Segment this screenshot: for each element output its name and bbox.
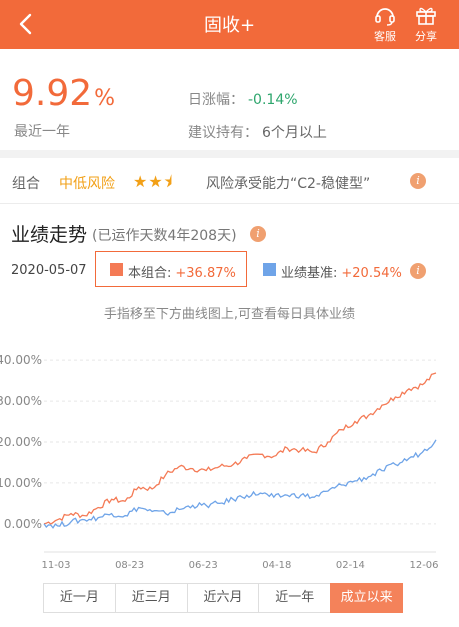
- annual-return: 9.92%: [12, 73, 115, 114]
- selected-date: 2020-05-07: [11, 263, 87, 278]
- range-button-4[interactable]: 成立以来: [330, 583, 403, 613]
- share-button[interactable]: 分享: [409, 3, 443, 47]
- performance-title: 业绩走势: [11, 224, 88, 246]
- risk-stars: ★★⯨: [133, 172, 174, 191]
- benchmark-legend-label: 业绩基准:: [281, 266, 338, 281]
- customer-service-button[interactable]: 客服: [368, 3, 402, 47]
- x-tick-label: 06-23: [189, 560, 218, 571]
- performance-subtitle: (已运作天数4年208天): [92, 228, 237, 244]
- range-button-0[interactable]: 近一月: [43, 583, 115, 613]
- x-tick-label: 08-23: [115, 560, 144, 571]
- chart-hint: 手指移至下方曲线图上,可查看每日具体业绩: [103, 307, 356, 322]
- portfolio-label: 组合: [12, 176, 40, 192]
- headset-icon: [375, 8, 395, 26]
- series-line-0[interactable]: [43, 372, 437, 525]
- section-divider: [0, 150, 459, 158]
- y-tick-label: 0.00%: [4, 517, 42, 531]
- gift-icon: [416, 7, 436, 25]
- x-tick-label: 11-03: [41, 560, 70, 571]
- series-line-1[interactable]: [43, 439, 437, 529]
- risk-level: 中低风险: [59, 176, 115, 192]
- share-label: 分享: [415, 30, 437, 43]
- return-summary: 9.92% 最近一年 日涨幅： -0.14% 建议持有： 6个月以上: [0, 49, 459, 150]
- x-tick-label: 02-14: [336, 560, 365, 571]
- risk-info-icon[interactable]: i: [410, 173, 426, 189]
- portfolio-risk-row[interactable]: 组合 中低风险 ★★⯨ 风险承受能力“C2-稳健型”: [0, 158, 459, 204]
- annual-return-unit: %: [94, 86, 116, 111]
- y-tick-label: 30.00%: [0, 394, 42, 408]
- y-tick-label: 20.00%: [0, 435, 42, 449]
- y-tick-label: 10.00%: [0, 476, 42, 490]
- daily-change-value: -0.14%: [248, 92, 298, 108]
- x-tick-label: 04-18: [262, 560, 291, 571]
- combo-legend: 本组合: +36.87%: [128, 262, 236, 281]
- range-selector: 近一月 近三月 近六月 近一年 成立以来: [43, 583, 403, 613]
- customer-service-label: 客服: [374, 30, 396, 43]
- annual-return-value: 9.92: [12, 73, 93, 114]
- benchmark-legend: 业绩基准: +20.54%: [281, 262, 402, 281]
- app-header: 固收+ 客服 分享: [0, 0, 459, 49]
- combo-legend-value: +36.87%: [175, 266, 236, 281]
- performance-info-icon[interactable]: i: [250, 226, 266, 242]
- benchmark-legend-swatch: [263, 263, 276, 276]
- risk-capability: 风险承受能力“C2-稳健型”: [206, 176, 371, 192]
- performance-chart[interactable]: 40.00% 30.00% 20.00% 10.00% 0.00% 11-03 08-23 0…: [0, 330, 459, 578]
- annual-return-caption: 最近一年: [14, 124, 70, 140]
- holding-period-value: 6个月以上: [262, 125, 327, 141]
- daily-change: 日涨幅： -0.14%: [188, 89, 298, 109]
- x-tick-label: 12-06: [409, 560, 438, 571]
- combo-legend-swatch: [110, 263, 123, 276]
- range-button-2[interactable]: 近六月: [186, 583, 259, 613]
- holding-period: 建议持有： 6个月以上: [188, 122, 327, 142]
- range-button-3[interactable]: 近一年: [258, 583, 331, 613]
- combo-legend-label: 本组合:: [128, 266, 172, 281]
- range-button-1[interactable]: 近三月: [114, 583, 187, 613]
- holding-period-label: 建议持有：: [188, 125, 258, 141]
- daily-change-label: 日涨幅：: [188, 92, 244, 108]
- benchmark-legend-value: +20.54%: [341, 266, 402, 281]
- y-tick-label: 40.00%: [0, 353, 42, 367]
- legend-info-icon[interactable]: i: [410, 263, 426, 279]
